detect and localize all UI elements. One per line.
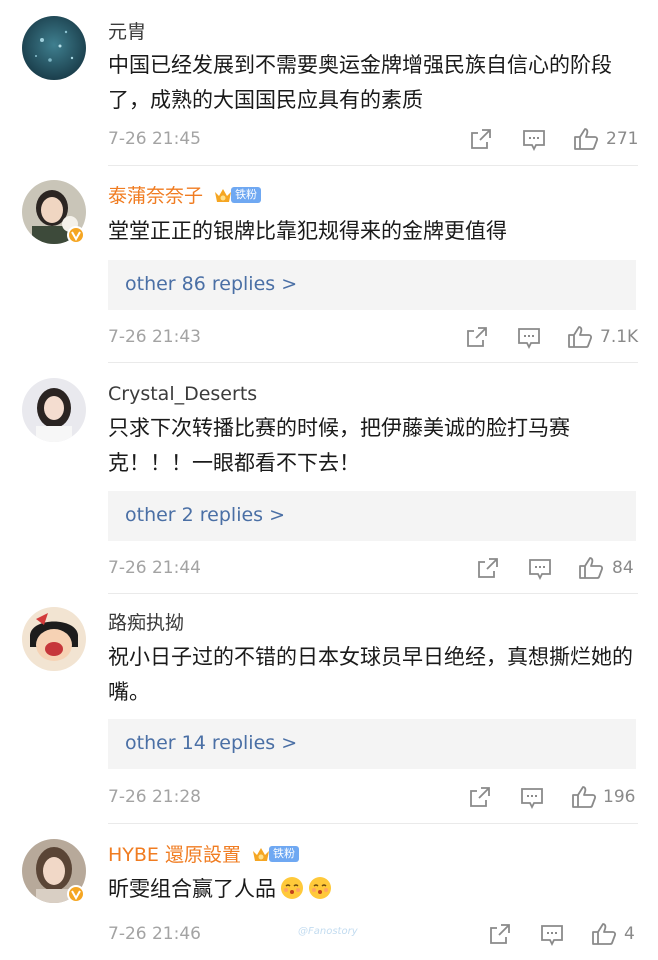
comment-icon[interactable] bbox=[528, 558, 552, 580]
more-replies-button[interactable]: other 14 replies > bbox=[108, 719, 636, 769]
divider bbox=[108, 165, 638, 166]
more-replies-button[interactable]: other 86 replies > bbox=[108, 260, 636, 310]
timestamp: 7-26 21:46 bbox=[108, 924, 201, 944]
comment-icon[interactable] bbox=[540, 924, 564, 946]
like-icon[interactable] bbox=[578, 556, 604, 580]
avatar[interactable] bbox=[22, 16, 86, 80]
emoji-icon bbox=[309, 877, 331, 899]
share-icon[interactable] bbox=[466, 326, 488, 348]
divider bbox=[108, 823, 638, 824]
comment-text: 堂堂正正的银牌比靠犯规得来的金牌更值得 bbox=[108, 219, 507, 243]
username-text: 泰蒲奈奈子 bbox=[108, 185, 204, 207]
comment-text: 昕雯组合赢了人品 bbox=[108, 872, 638, 907]
more-replies-label: other 2 replies > bbox=[125, 504, 286, 526]
username[interactable]: 元胄 bbox=[108, 20, 146, 44]
fan-tag: 铁粉 bbox=[269, 845, 300, 862]
share-icon[interactable] bbox=[489, 923, 511, 945]
more-replies-label: other 86 replies > bbox=[125, 273, 298, 295]
username[interactable]: 泰蒲奈奈子 铁粉 bbox=[108, 184, 262, 208]
avatar[interactable] bbox=[22, 378, 86, 442]
watermark: @Fanostory bbox=[298, 926, 358, 937]
username[interactable]: 路痴执拗 bbox=[108, 611, 184, 635]
comment-text: 只求下次转播比赛的时候，把伊藤美诚的脸打马赛克！！！一眼都看不下去！ bbox=[108, 416, 570, 475]
crown-icon bbox=[253, 847, 270, 861]
comment-text: 祝小日子过的不错的日本女球员早日绝经，真想撕烂她的嘴。 bbox=[108, 645, 633, 704]
share-icon[interactable] bbox=[470, 128, 492, 150]
share-icon[interactable] bbox=[469, 786, 491, 808]
like-count: 196 bbox=[603, 787, 636, 807]
more-replies-button[interactable]: other 2 replies > bbox=[108, 491, 636, 541]
like-count: 7.1K bbox=[600, 327, 639, 347]
username[interactable]: Crystal_Deserts bbox=[108, 382, 257, 406]
like-icon[interactable] bbox=[591, 922, 617, 946]
timestamp: 7-26 21:44 bbox=[108, 558, 201, 578]
comment-icon[interactable] bbox=[517, 327, 541, 349]
crown-icon bbox=[215, 188, 232, 202]
more-replies-label: other 14 replies > bbox=[125, 732, 298, 754]
comment-icon[interactable] bbox=[522, 129, 546, 151]
like-count: 4 bbox=[624, 924, 635, 944]
timestamp: 7-26 21:45 bbox=[108, 129, 201, 149]
timestamp: 7-26 21:28 bbox=[108, 787, 201, 807]
comment-text: 中国已经发展到不需要奥运金牌增强民族自信心的阶段了，成熟的大国国民应具有的素质 bbox=[108, 53, 612, 112]
share-icon[interactable] bbox=[477, 557, 499, 579]
like-icon[interactable] bbox=[567, 325, 593, 349]
fan-tag: 铁粉 bbox=[231, 186, 262, 203]
comment-text-body: 昕雯组合赢了人品 bbox=[108, 877, 276, 901]
divider bbox=[108, 362, 638, 363]
fan-badge: 铁粉 bbox=[251, 845, 300, 863]
avatar[interactable] bbox=[22, 607, 86, 671]
like-count: 271 bbox=[606, 129, 639, 149]
username-text: HYBE 還原設置 bbox=[108, 844, 241, 866]
like-icon[interactable] bbox=[571, 785, 597, 809]
like-icon[interactable] bbox=[573, 127, 599, 151]
emoji-icon bbox=[281, 877, 303, 899]
divider bbox=[108, 593, 638, 594]
like-count: 84 bbox=[612, 558, 634, 578]
verified-icon bbox=[67, 226, 85, 244]
timestamp: 7-26 21:43 bbox=[108, 327, 201, 347]
fan-badge: 铁粉 bbox=[213, 186, 262, 204]
comment-icon[interactable] bbox=[520, 787, 544, 809]
verified-icon bbox=[67, 885, 85, 903]
username[interactable]: HYBE 還原設置 铁粉 bbox=[108, 843, 300, 867]
